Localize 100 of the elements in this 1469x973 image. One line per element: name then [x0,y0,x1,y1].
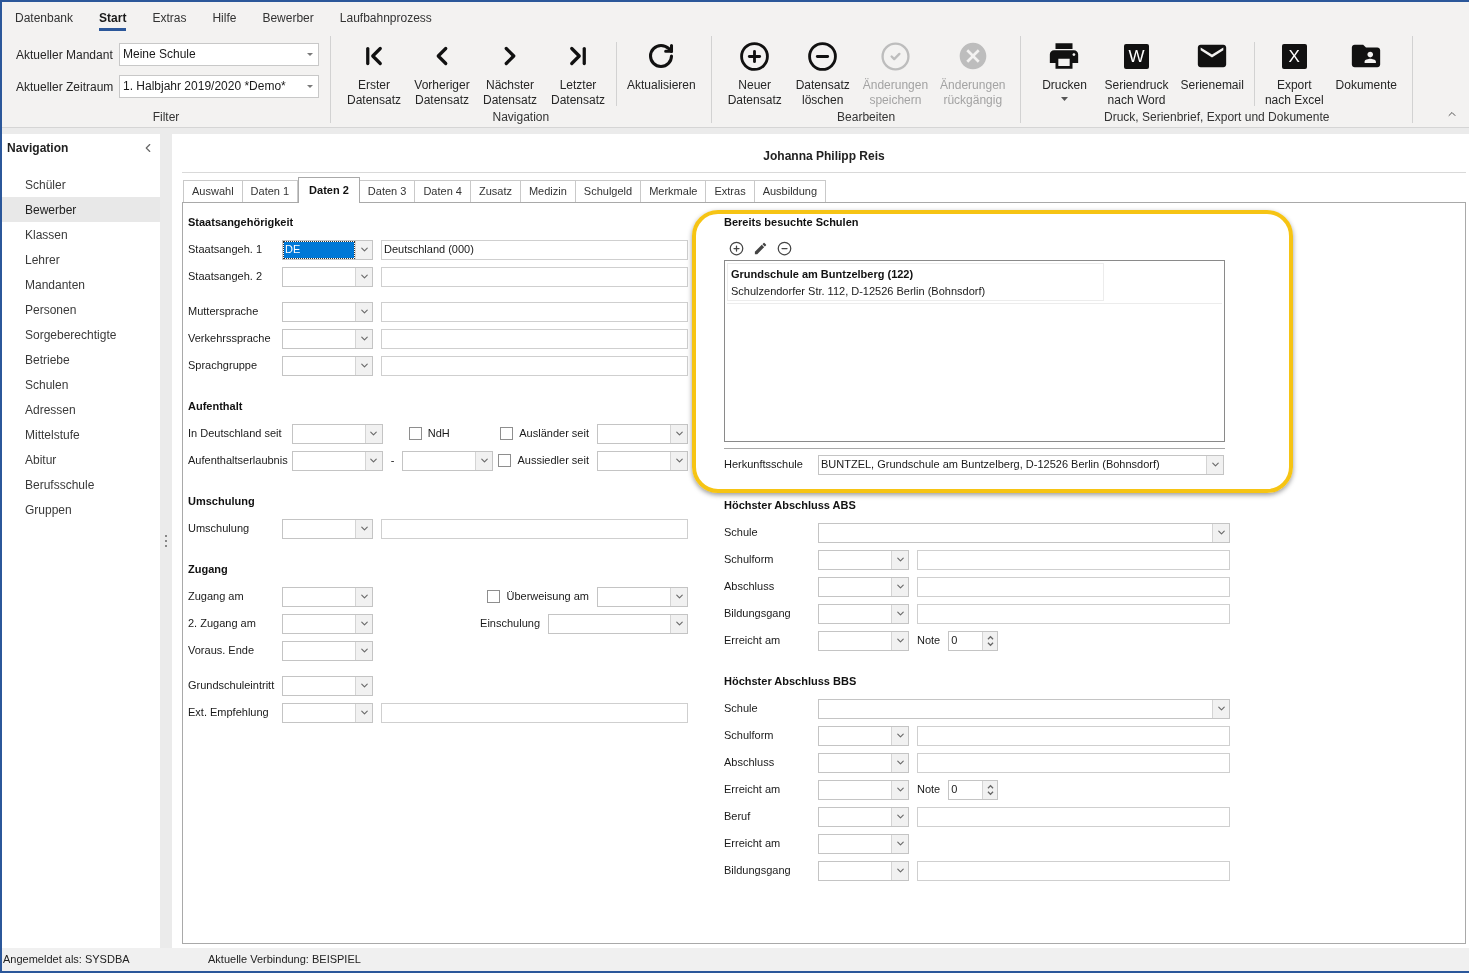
menu-tab[interactable]: Extras [139,2,200,32]
tab[interactable]: Merkmale [641,180,707,202]
checkbox[interactable] [408,427,422,440]
text-field[interactable] [381,266,688,287]
plus-circle-icon[interactable] [729,240,744,256]
nav-item[interactable]: Schulen [2,372,160,397]
nav-item[interactable]: Adressen [2,397,160,422]
dropdown-field[interactable] [282,640,373,661]
dropdown-field[interactable] [282,518,373,539]
dropdown-field[interactable] [818,833,909,854]
spin-field[interactable]: 0 [948,630,999,651]
ribbon-button[interactable]: Neuer Datensatz [720,36,789,108]
tab[interactable]: Zusatz [470,180,521,202]
nav-item[interactable]: Schüler [2,172,160,197]
dropdown-field[interactable]: BUNTZEL, Grundschule am Buntzelberg, D-12526 Berlin (Bohnsdorf) [818,454,1224,475]
text-field[interactable] [381,301,688,322]
text-field[interactable] [381,518,688,539]
menu-tab[interactable]: Hilfe [199,2,250,32]
ribbon-button[interactable]: X Export nach Excel [1258,36,1330,108]
text-field[interactable] [917,576,1230,597]
dropdown-field[interactable] [291,423,383,444]
text-field[interactable] [917,725,1230,746]
dropdown-field[interactable] [818,698,1230,719]
text-field[interactable] [917,603,1230,624]
dropdown-field[interactable] [818,630,909,651]
ribbon-button[interactable]: Letzter Datensatz [544,36,612,108]
spin-field[interactable]: 0 [948,779,999,800]
dropdown-field[interactable] [282,675,373,696]
nav-item[interactable]: Mandanten [2,272,160,297]
checkbox[interactable] [487,590,501,603]
dropdown-field[interactable] [282,613,373,634]
ribbon-button[interactable]: W Seriendruck nach Word [1098,36,1175,108]
dropdown-field[interactable] [597,423,688,444]
dropdown-field[interactable]: Meine Schule [119,42,319,66]
menu-tab[interactable]: Laufbahnprozess [326,2,445,32]
tab[interactable]: Schulgeld [575,180,642,202]
dropdown-field[interactable] [818,806,909,827]
nav-item[interactable]: Berufsschule [2,472,160,497]
tab[interactable]: Extras [706,180,755,202]
tab[interactable]: Daten 2 [298,177,360,203]
tab[interactable]: Ausbildung [754,180,827,202]
nav-item[interactable]: Lehrer [2,247,160,272]
minus-circle-icon[interactable] [777,240,792,256]
dropdown-field[interactable] [818,522,1230,543]
pencil-icon[interactable] [753,240,768,256]
school-list-item[interactable]: Grundschule am Buntzelberg (122) Schulzendorfer Str. 112, D-12526 Berlin (Bohnsdorf) [727,263,1104,301]
dropdown-field[interactable] [282,266,373,287]
dropdown-field[interactable] [818,725,909,746]
dropdown-field[interactable] [597,586,688,607]
tab[interactable]: Medizin [520,180,576,202]
dropdown-field[interactable] [282,328,373,349]
dropdown-field[interactable] [282,702,373,723]
tab[interactable]: Daten 1 [242,180,299,202]
nav-item[interactable]: Betriebe [2,347,160,372]
text-field[interactable] [381,702,688,723]
tab[interactable]: Daten 4 [415,180,471,202]
nav-item[interactable]: Mittelstufe [2,422,160,447]
text-field[interactable] [917,860,1230,881]
ribbon-button[interactable]: Aktualisieren [621,36,702,93]
nav-item[interactable]: Personen [2,297,160,322]
text-field[interactable] [381,355,688,376]
nav-item[interactable]: Klassen [2,222,160,247]
tab[interactable]: Auswahl [183,180,243,202]
text-field[interactable] [917,549,1230,570]
dropdown-field[interactable] [818,603,909,624]
checkbox[interactable] [498,454,512,467]
ribbon-button[interactable]: Erster Datensatz [340,36,408,108]
nav-item[interactable]: Gruppen [2,497,160,522]
ribbon-button[interactable]: Dokumente [1329,36,1403,93]
text-field[interactable] [917,752,1230,773]
dropdown-field[interactable] [548,613,688,634]
ribbon-button[interactable]: Datensatz löschen [788,36,857,108]
dropdown-field[interactable] [818,860,909,881]
dropdown-field[interactable] [597,450,688,471]
dropdown-field[interactable] [282,355,373,376]
ribbon-button[interactable]: Nächster Datensatz [476,36,544,108]
dropdown-field[interactable] [818,549,909,570]
dropdown-field[interactable] [818,779,909,800]
menu-tab[interactable]: Bewerber [249,2,327,32]
text-field[interactable] [381,328,688,349]
dropdown-field[interactable] [402,450,494,471]
menu-tab[interactable]: Datenbank [2,2,87,32]
dropdown-field[interactable]: DE [282,239,373,260]
dropdown-field[interactable] [818,576,909,597]
dropdown-field[interactable] [818,752,909,773]
dropdown-field[interactable] [282,586,373,607]
nav-item[interactable]: Bewerber [2,197,160,222]
ribbon-button[interactable]: Vorheriger Datensatz [408,36,476,108]
nav-item[interactable]: Sorgeberechtigte [2,322,160,347]
dropdown-field[interactable]: 1. Halbjahr 2019/2020 *Demo* [119,74,319,98]
nav-item[interactable]: Abitur [2,447,160,472]
menu-tab[interactable]: Start [86,2,140,32]
dropdown-field[interactable] [291,450,383,471]
dropdown-field[interactable] [282,301,373,322]
text-field[interactable] [917,806,1230,827]
checkbox[interactable] [500,427,514,440]
text-field[interactable]: Deutschland (000) [381,239,688,260]
ribbon-button[interactable]: Drucken [1030,36,1099,101]
tab[interactable]: Daten 3 [359,180,416,202]
ribbon-button[interactable]: Serienemail [1174,36,1250,93]
